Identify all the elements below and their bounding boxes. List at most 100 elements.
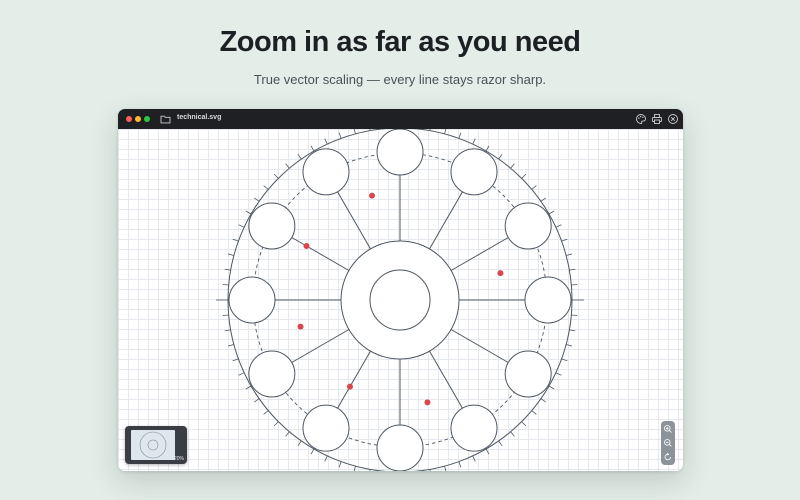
tick-mark (285, 431, 290, 437)
spoke-line (337, 191, 371, 250)
tick-mark (263, 185, 269, 190)
tick-mark (324, 138, 328, 145)
minimap-viewport[interactable] (131, 430, 175, 460)
node-circle (504, 350, 552, 398)
tick-mark (227, 344, 234, 347)
spoke-line (429, 350, 463, 409)
tick-mark (569, 329, 576, 332)
palette-icon[interactable] (635, 113, 647, 125)
red-marker (303, 243, 310, 249)
tick-mark (472, 138, 476, 145)
tick-mark (253, 398, 260, 403)
spoke-line (291, 329, 350, 363)
zoom-out-icon[interactable] (663, 438, 673, 448)
tick-mark (561, 238, 568, 242)
print-icon[interactable] (651, 113, 663, 125)
tick-mark (485, 145, 490, 152)
red-marker (297, 323, 304, 330)
node-circle (504, 202, 552, 250)
tick-mark (245, 210, 252, 215)
tick-mark (485, 448, 490, 455)
tick-mark (555, 224, 562, 228)
tick-mark (521, 173, 527, 179)
reset-zoom-icon[interactable] (663, 452, 673, 462)
node-circle (248, 350, 296, 398)
subheadline: True vector scaling — every line stays r… (253, 72, 547, 87)
tick-mark (540, 398, 547, 403)
tick-mark (566, 344, 573, 347)
tick-mark (353, 466, 356, 471)
tick-mark (273, 421, 279, 427)
tick-mark (548, 210, 555, 215)
tick-mark (510, 163, 515, 169)
node-circle (248, 202, 296, 250)
title-bar: technical.svg (118, 109, 683, 129)
tick-mark (245, 385, 252, 390)
tick-mark (232, 238, 239, 242)
node-circle (376, 424, 424, 471)
tick-mark (498, 153, 503, 160)
tick-mark (444, 129, 447, 134)
tick-mark (569, 268, 576, 271)
tick-mark (472, 455, 476, 462)
tick-mark (555, 372, 562, 376)
tick-mark (285, 163, 290, 169)
spoke-line (450, 237, 509, 271)
close-icon[interactable] (667, 113, 679, 125)
node-circle (376, 129, 424, 176)
minimap-thumbnail (139, 431, 167, 459)
drawing-canvas[interactable]: 120% (118, 129, 683, 471)
node-circle (302, 404, 350, 452)
tick-mark (227, 253, 234, 256)
tick-mark (238, 372, 245, 376)
tick-mark (273, 173, 279, 179)
spoke-line (450, 329, 509, 363)
red-marker (347, 383, 353, 390)
window-zoom-button[interactable] (144, 116, 150, 122)
tick-mark (540, 197, 547, 202)
tick-mark (561, 358, 568, 362)
spoke-line (429, 191, 463, 250)
tick-mark (353, 129, 356, 134)
zoom-in-icon[interactable] (663, 424, 673, 434)
tick-mark (571, 284, 578, 286)
tick-mark (531, 410, 537, 415)
window-minimize-button[interactable] (135, 116, 141, 122)
window-close-button[interactable] (126, 116, 132, 122)
zoom-controls (661, 421, 675, 465)
minimap[interactable]: 120% (125, 426, 187, 464)
node-circle (228, 276, 276, 324)
red-marker (424, 399, 431, 406)
tick-mark (521, 421, 527, 427)
file-name: technical.svg (177, 114, 222, 121)
tick-mark (566, 253, 573, 256)
tick-mark (297, 440, 302, 447)
tick-mark (548, 385, 555, 390)
tick-mark (222, 314, 229, 316)
tick-mark (224, 268, 231, 271)
tick-mark (571, 314, 578, 316)
tick-mark (253, 197, 260, 202)
red-marker (497, 270, 504, 277)
node-circle (450, 148, 498, 196)
tick-mark (222, 284, 229, 286)
tick-mark (324, 455, 328, 462)
headline: Zoom in as far as you need (219, 26, 581, 58)
tick-mark (232, 358, 239, 362)
tick-mark (338, 461, 342, 468)
spoke-line (291, 237, 350, 271)
node-circle (302, 148, 350, 196)
tick-mark (310, 448, 315, 455)
folder-icon[interactable] (160, 114, 171, 124)
tick-mark (338, 132, 342, 139)
tick-mark (510, 431, 515, 437)
tick-mark (297, 153, 302, 160)
technical-drawing (216, 129, 584, 471)
spoke-line (337, 350, 371, 409)
tick-mark (458, 132, 462, 139)
tick-mark (224, 329, 231, 332)
tick-mark (238, 224, 245, 228)
tick-mark (310, 145, 315, 152)
tick-mark (458, 461, 462, 468)
app-window: technical.svg 120% (118, 109, 683, 471)
